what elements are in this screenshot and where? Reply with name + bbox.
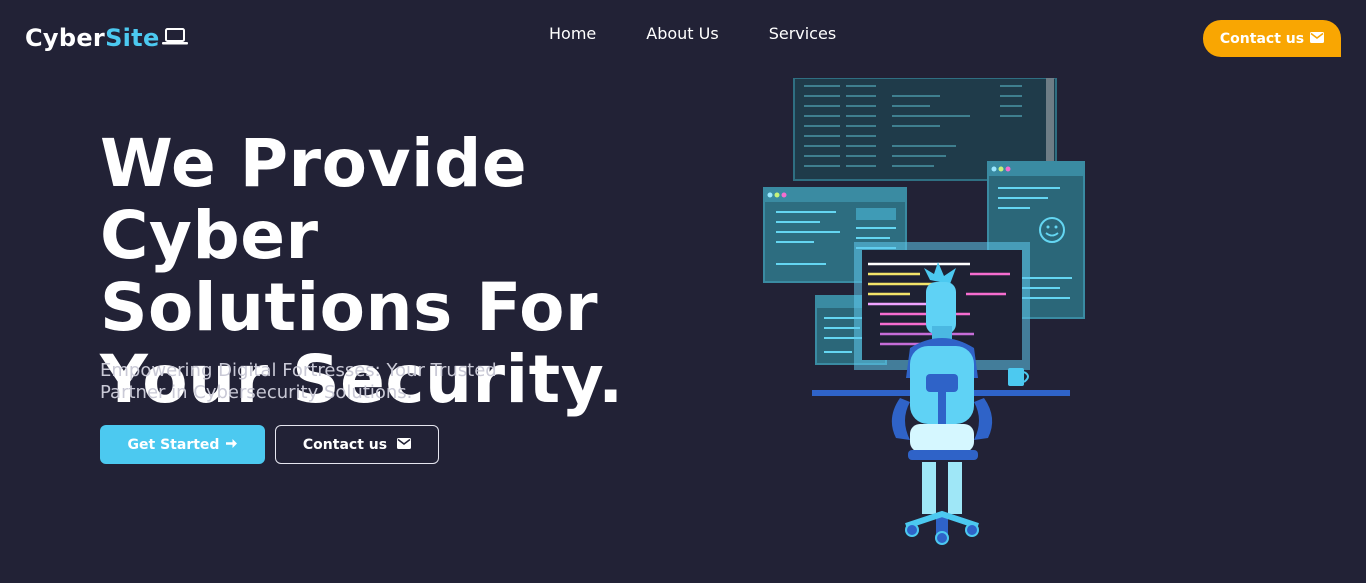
header-contact-button[interactable]: Contact us — [1203, 20, 1341, 57]
hero-contact-label: Contact us — [302, 436, 388, 453]
arrow-right-icon — [226, 437, 238, 453]
get-started-label: Get Started — [127, 436, 220, 453]
brand-logo[interactable]: Cyber Site — [25, 24, 188, 52]
laptop-icon — [160, 24, 188, 52]
get-started-button[interactable]: Get Started — [100, 425, 265, 464]
hero-contact-button[interactable]: Contact us — [275, 425, 439, 464]
hero-title-line: Solutions For — [100, 269, 599, 346]
nav-services[interactable]: Services — [769, 24, 836, 43]
header-contact-label: Contact us — [1219, 30, 1305, 47]
hero-title-line: We Provide Cyber — [100, 125, 528, 274]
hero-subtitle: Empowering Digital Fortresses: Your Trus… — [100, 360, 497, 403]
hero-illustration — [760, 77, 1090, 552]
envelope-icon — [1310, 31, 1325, 47]
brand-name-accent: Site — [105, 24, 160, 52]
coffee-mug-illustration — [1008, 368, 1029, 386]
nav-home[interactable]: Home — [549, 24, 596, 43]
main-nav: Home About Us Services — [549, 24, 836, 43]
nav-about-us[interactable]: About Us — [646, 24, 718, 43]
envelope-icon — [397, 437, 412, 453]
brand-name-primary: Cyber — [25, 24, 106, 52]
